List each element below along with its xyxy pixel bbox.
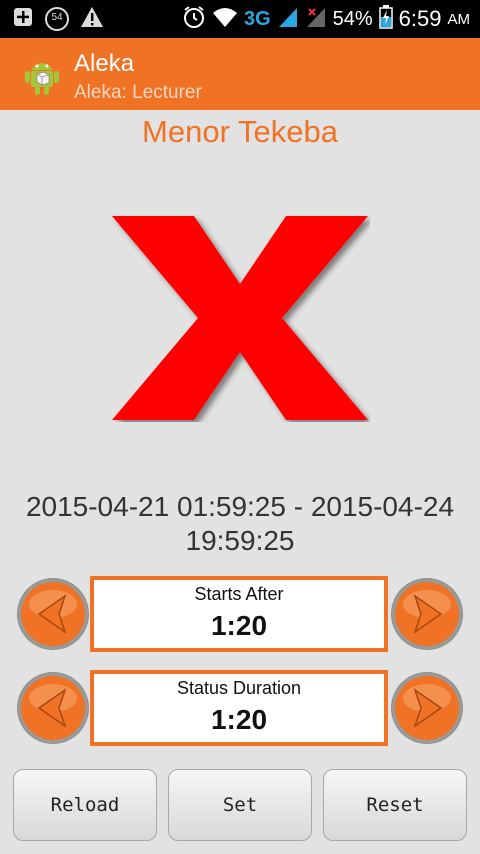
person-name: Menor Tekeba <box>142 114 338 149</box>
status-duration-box: Status Duration 1:20 <box>90 670 388 746</box>
app-subtitle: Aleka: Lecturer <box>74 82 202 103</box>
signal-icon <box>277 6 299 33</box>
add-box-icon <box>12 6 34 33</box>
reload-button[interactable]: Reload <box>13 769 157 841</box>
warning-icon <box>80 6 104 33</box>
status-duration-increase-button[interactable] <box>391 672 463 744</box>
date-range-line2: 19:59:25 <box>185 525 295 556</box>
clock-ampm: AM <box>447 10 471 28</box>
wifi-icon <box>212 6 238 33</box>
battery-icon <box>378 4 393 34</box>
action-bar: Aleka Aleka: Lecturer <box>0 38 480 110</box>
starts-after-increase-button[interactable] <box>391 578 463 650</box>
notification-count: 54 <box>51 12 63 23</box>
starts-after-box: Starts After 1:20 <box>90 576 388 652</box>
status-duration-value: 1:20 <box>210 704 268 735</box>
network-type: 3G <box>243 7 271 30</box>
starts-after-decrease-button[interactable] <box>17 578 89 650</box>
red-x-icon <box>110 214 370 422</box>
reset-button[interactable]: Reset <box>323 769 467 841</box>
starts-after-value: 1:20 <box>210 610 268 641</box>
alarm-icon <box>182 5 206 34</box>
status-duration-label: Status Duration <box>176 678 302 698</box>
date-range-line1: 2015-04-21 01:59:25 - 2015-04-24 <box>25 491 455 522</box>
status-bar: 54 3G 54% 6:59 AM <box>0 0 480 38</box>
date-range: 2015-04-21 01:59:25 - 2015-04-24 19:59:2… <box>0 490 480 558</box>
clock-time: 6:59 <box>398 6 442 31</box>
no-signal-icon <box>305 6 327 33</box>
battery-percent: 54% <box>332 7 373 30</box>
app-title: Aleka <box>74 50 135 77</box>
status-duration-decrease-button[interactable] <box>17 672 89 744</box>
android-icon[interactable] <box>22 54 62 96</box>
notification-54-icon: 54 <box>44 6 70 32</box>
set-button[interactable]: Set <box>168 769 312 841</box>
starts-after-label: Starts After <box>194 584 284 604</box>
